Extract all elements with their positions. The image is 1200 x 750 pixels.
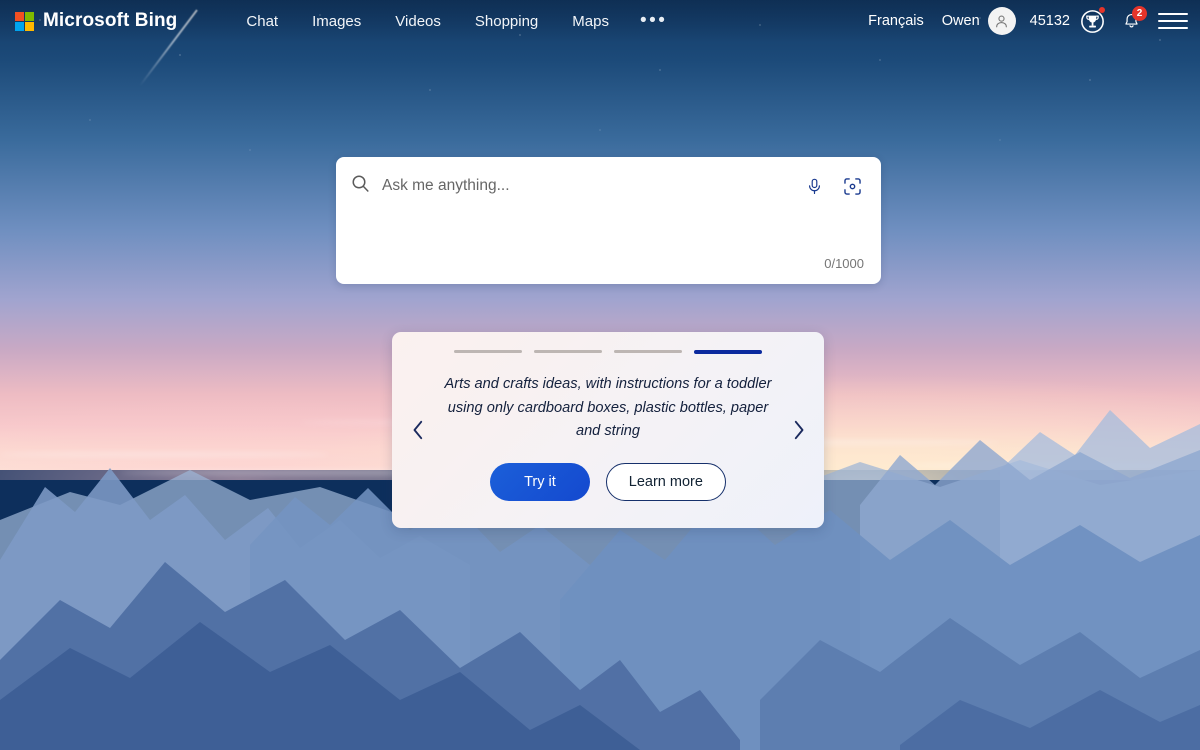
notifications-badge: 2 [1132, 6, 1147, 21]
search-input-row: Ask me anything... [336, 157, 881, 215]
main-navigation: Chat Images Videos Shopping Maps ••• [229, 8, 681, 35]
nav-item-shopping[interactable]: Shopping [458, 8, 555, 35]
carousel-next-button[interactable] [786, 415, 810, 445]
suggestion-prompt-text: Arts and crafts ideas, with instructions… [444, 376, 772, 439]
carousel-actions: Try it Learn more [392, 462, 824, 501]
rewards-button[interactable] [1078, 7, 1106, 35]
carousel-indicator-2[interactable] [534, 350, 602, 353]
notifications-button[interactable]: 2 [1115, 6, 1147, 35]
carousel-indicator-3[interactable] [614, 350, 682, 353]
microphone-button[interactable] [801, 173, 827, 199]
nav-item-chat[interactable]: Chat [229, 8, 295, 35]
brand-name: Microsoft Bing [43, 10, 178, 31]
nav-item-images[interactable]: Images [295, 8, 378, 35]
rewards-alert-dot [1099, 7, 1105, 13]
carousel-prev-button[interactable] [406, 415, 430, 445]
carousel-indicator-1[interactable] [454, 350, 522, 353]
character-counter: 0/1000 [824, 256, 864, 271]
suggestion-carousel-card: Arts and crafts ideas, with instructions… [392, 332, 824, 528]
nav-more-ellipsis-icon[interactable]: ••• [626, 11, 681, 30]
carousel-progress-indicators [392, 332, 824, 354]
chevron-left-icon [413, 420, 422, 440]
microsoft-logo-icon [15, 11, 34, 31]
nav-item-videos[interactable]: Videos [378, 8, 458, 35]
header-right-cluster: Français Owen 45132 2 [859, 6, 1200, 35]
microphone-icon [808, 178, 820, 194]
visual-search-button[interactable] [839, 173, 865, 199]
carousel-indicator-4[interactable] [694, 350, 762, 354]
search-action-icons [801, 173, 865, 199]
learn-more-button[interactable]: Learn more [605, 462, 726, 501]
try-it-button[interactable]: Try it [490, 462, 590, 501]
search-input[interactable]: Ask me anything... [382, 177, 801, 195]
search-box[interactable]: Ask me anything... 0/1000 [336, 157, 881, 284]
visual-search-camera-icon [843, 177, 861, 195]
search-magnifier-icon [350, 173, 371, 199]
top-header-bar: Microsoft Bing Chat Images Videos Shoppi… [0, 0, 1200, 42]
nav-item-maps[interactable]: Maps [555, 8, 626, 35]
person-avatar-icon [996, 15, 1008, 27]
hamburger-menu-icon[interactable] [1158, 7, 1188, 35]
account-username[interactable]: Owen [933, 9, 986, 33]
avatar[interactable] [987, 7, 1016, 35]
language-selector[interactable]: Français [859, 9, 933, 33]
chevron-right-icon [794, 420, 803, 440]
bing-brand-logo[interactable]: Microsoft Bing [15, 10, 177, 32]
rewards-points-count[interactable]: 45132 [1016, 9, 1078, 33]
